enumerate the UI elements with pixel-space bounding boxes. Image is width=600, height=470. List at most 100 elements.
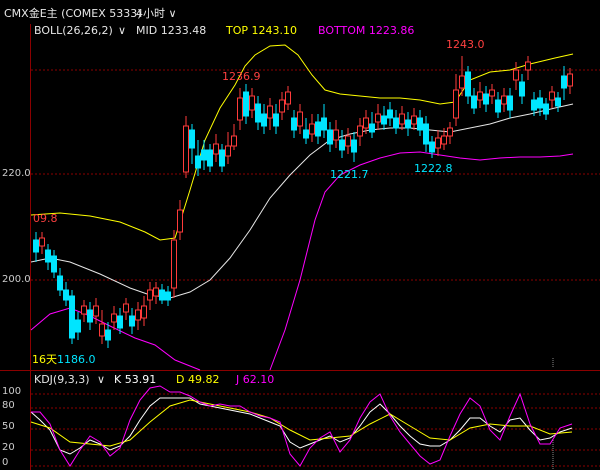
candle-body: [477, 91, 483, 101]
candle-body: [279, 99, 285, 113]
candle-body: [543, 103, 549, 115]
candle-body: [531, 99, 537, 111]
kdj-axis-label: 80: [2, 400, 15, 411]
candle-body: [411, 115, 417, 125]
price-axis-label: 220.0: [2, 168, 31, 179]
candle-body: [261, 113, 267, 127]
peak2-annotation: 1243.0: [446, 38, 485, 51]
price-axis-label: 200.0: [2, 274, 31, 285]
candle-body: [177, 209, 183, 233]
candle-body: [471, 95, 477, 109]
candle-body: [567, 73, 573, 87]
price-chart[interactable]: [0, 0, 600, 470]
boll-bottom: BOTTOM 1223.86: [318, 24, 415, 37]
candle-body: [291, 117, 297, 131]
candle-body: [525, 61, 531, 71]
candle-body: [501, 95, 507, 105]
kdj-k: K 53.91: [114, 373, 157, 386]
candle-body: [51, 255, 57, 273]
candle-body: [351, 139, 357, 153]
candle-body: [321, 117, 327, 131]
candle-body: [447, 127, 453, 137]
candle-body: [99, 323, 105, 337]
candle-body: [243, 91, 249, 117]
candle-body: [399, 113, 405, 125]
candle-body: [297, 111, 303, 127]
peak1-annotation: 1236.9: [222, 70, 261, 83]
candle-body: [147, 289, 153, 301]
low1-annotation: 1221.7: [330, 168, 369, 181]
low2-annotation: 1222.8: [414, 162, 453, 175]
candle-body: [237, 97, 243, 121]
candle-body: [459, 75, 465, 89]
kdj-label: KDJ(9,3,3): [34, 373, 90, 386]
candle-body: [135, 309, 141, 321]
day-marker: 16天: [32, 353, 57, 366]
candle-body: [387, 109, 393, 119]
boll-bottom-line: [269, 151, 574, 371]
kdj-d: D 49.82: [176, 373, 220, 386]
candle-body: [429, 141, 435, 153]
candle-body: [57, 275, 63, 291]
candle-body: [123, 303, 129, 313]
candle-body: [489, 89, 495, 97]
candle-body: [81, 305, 87, 315]
candle-body: [513, 69, 519, 81]
candle-body: [315, 121, 321, 137]
candle-body: [153, 287, 159, 297]
candle-body: [339, 139, 345, 151]
kdj-dropdown-icon[interactable]: ∨: [97, 373, 105, 387]
kdj-axis-label: 20: [2, 442, 15, 453]
candle-body: [195, 155, 201, 169]
candle-body: [561, 75, 567, 89]
candle-body: [87, 309, 93, 323]
candle-body: [303, 129, 309, 139]
candle-body: [117, 315, 123, 329]
kdj-j: J 62.10: [236, 373, 275, 386]
candle-body: [249, 95, 255, 111]
kdj-axis-label: 50: [2, 421, 15, 432]
low-left-annotation: 1186.0: [57, 353, 96, 366]
boll-mid-line: [30, 103, 574, 299]
boll-mid: MID 1233.48: [136, 24, 207, 37]
candle-body: [537, 97, 543, 109]
candle-body: [69, 295, 75, 339]
kdj-d-line: [30, 399, 573, 447]
candle-body: [363, 117, 369, 129]
candle-body: [105, 329, 111, 341]
high-left-annotation: 09.8: [33, 212, 58, 225]
candle-body: [93, 305, 99, 317]
boll-top: TOP 1243.10: [226, 24, 297, 37]
candle-body: [507, 95, 513, 111]
kdj-axis-label: 100: [2, 386, 22, 397]
candle-body: [201, 149, 207, 161]
candle-body: [423, 123, 429, 145]
candle-body: [267, 105, 273, 119]
candle-body: [219, 149, 225, 167]
candle-body: [141, 305, 147, 319]
candle-body: [129, 315, 135, 327]
dropdown-icon[interactable]: ∨: [118, 24, 126, 38]
candle-body: [435, 137, 441, 149]
candle-body: [417, 117, 423, 131]
candle-body: [555, 97, 561, 107]
candle-body: [327, 129, 333, 145]
candle-body: [333, 129, 339, 141]
candle-body: [33, 239, 39, 253]
candle-body: [465, 71, 471, 97]
candle-body: [207, 149, 213, 167]
candle-body: [189, 129, 195, 149]
candle-body: [75, 319, 81, 333]
candle-body: [111, 313, 117, 323]
boll-top-line: [30, 44, 574, 241]
candle-body: [273, 113, 279, 127]
candle-body: [375, 113, 381, 123]
candle-body: [171, 239, 177, 289]
candle-body: [183, 125, 189, 173]
candle-body: [285, 91, 291, 105]
candle-body: [549, 91, 555, 101]
candle-body: [231, 135, 237, 147]
candle-body: [519, 81, 525, 97]
candle-body: [441, 135, 447, 145]
candle-body: [63, 289, 69, 301]
